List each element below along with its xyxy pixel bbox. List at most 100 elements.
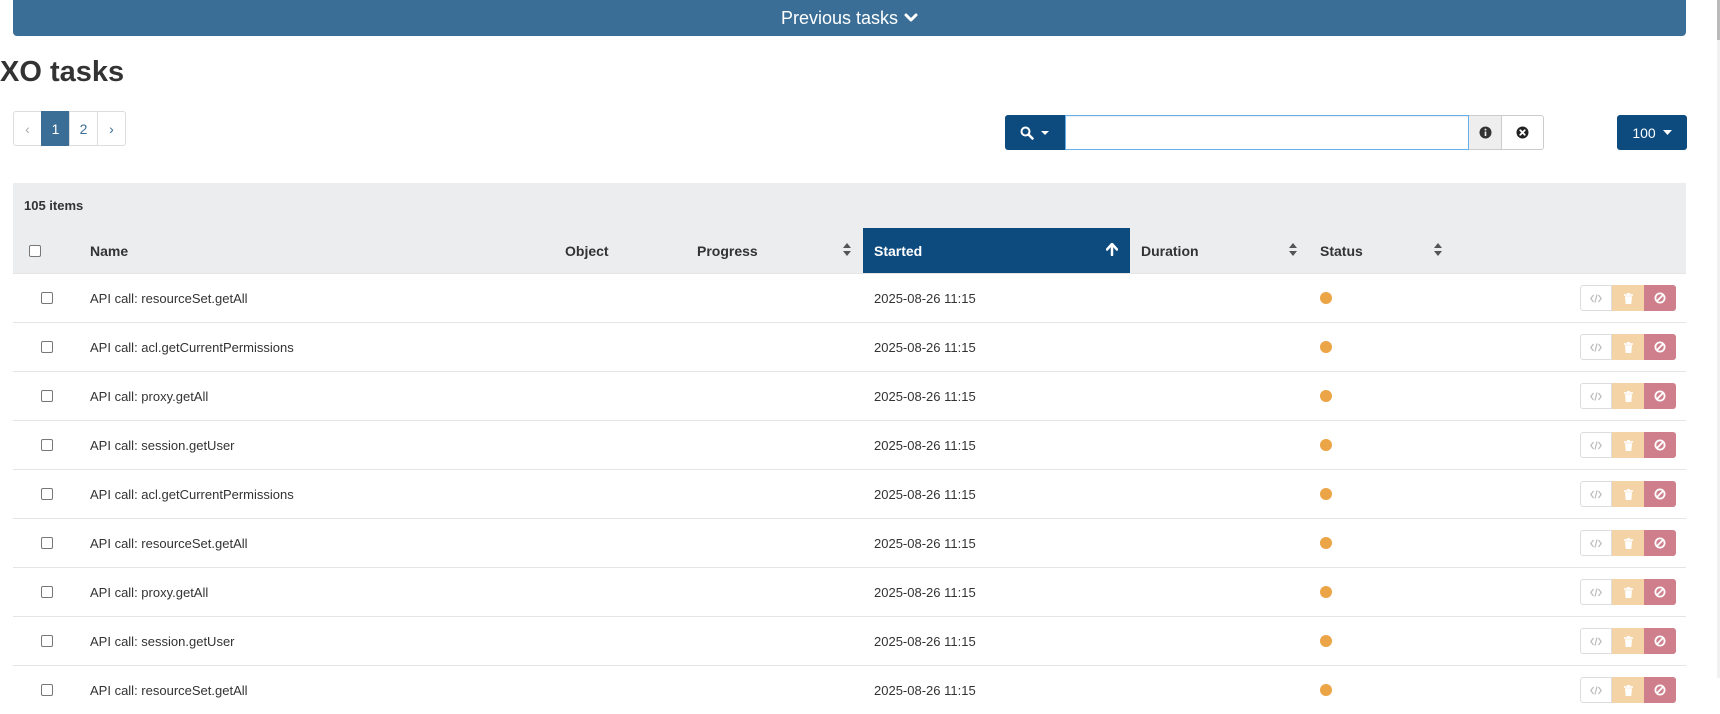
task-started: 2025-08-26 11:15 bbox=[874, 682, 976, 698]
view-code-button[interactable] bbox=[1580, 530, 1612, 556]
search-input[interactable] bbox=[1065, 115, 1469, 150]
previous-tasks-button[interactable]: Previous tasks bbox=[13, 0, 1686, 36]
trash-icon bbox=[1623, 439, 1633, 451]
ban-icon bbox=[1654, 488, 1666, 500]
delete-button[interactable] bbox=[1612, 579, 1644, 605]
task-name: API call: resourceSet.getAll bbox=[90, 682, 248, 698]
table-row[interactable]: API call: resourceSet.getAll 2025-08-26 … bbox=[13, 665, 1686, 714]
search-info-button[interactable] bbox=[1469, 115, 1502, 150]
pagination-page-1[interactable]: 1 bbox=[41, 111, 70, 146]
task-status bbox=[1320, 421, 1332, 469]
select-all-checkbox[interactable] bbox=[29, 244, 41, 257]
row-select-cell bbox=[41, 519, 53, 567]
row-checkbox[interactable] bbox=[41, 292, 53, 304]
table-row[interactable]: API call: acl.getCurrentPermissions 2025… bbox=[13, 469, 1686, 518]
delete-button[interactable] bbox=[1612, 677, 1644, 703]
row-checkbox[interactable] bbox=[41, 586, 53, 598]
view-code-button[interactable] bbox=[1580, 579, 1612, 605]
row-select-cell bbox=[41, 470, 53, 518]
view-code-button[interactable] bbox=[1580, 481, 1612, 507]
cancel-task-button[interactable] bbox=[1644, 628, 1676, 654]
status-pending-indicator bbox=[1320, 341, 1332, 353]
view-code-button[interactable] bbox=[1580, 285, 1612, 311]
column-header-object[interactable]: Object bbox=[554, 228, 686, 273]
table-row[interactable]: API call: resourceSet.getAll 2025-08-26 … bbox=[13, 273, 1686, 322]
cancel-task-button[interactable] bbox=[1644, 432, 1676, 458]
code-icon bbox=[1590, 587, 1602, 597]
task-status bbox=[1320, 372, 1332, 420]
row-checkbox[interactable] bbox=[41, 439, 53, 451]
row-checkbox[interactable] bbox=[41, 684, 53, 696]
column-header-progress[interactable]: Progress bbox=[686, 228, 863, 273]
view-code-button[interactable] bbox=[1580, 334, 1612, 360]
cancel-task-button[interactable] bbox=[1644, 285, 1676, 311]
view-code-button[interactable] bbox=[1580, 628, 1612, 654]
ban-icon bbox=[1654, 635, 1666, 647]
table-row[interactable]: API call: acl.getCurrentPermissions 2025… bbox=[13, 322, 1686, 371]
delete-button[interactable] bbox=[1612, 285, 1644, 311]
pagination-prev-button[interactable]: ‹ bbox=[13, 111, 42, 146]
code-icon bbox=[1590, 685, 1602, 695]
status-pending-indicator bbox=[1320, 439, 1332, 451]
view-code-button[interactable] bbox=[1580, 432, 1612, 458]
row-checkbox[interactable] bbox=[41, 390, 53, 402]
table-row[interactable]: API call: session.getUser 2025-08-26 11:… bbox=[13, 420, 1686, 469]
row-checkbox[interactable] bbox=[41, 635, 53, 647]
column-header-status[interactable]: Status bbox=[1309, 228, 1454, 273]
row-select-cell bbox=[41, 666, 53, 714]
task-name: API call: acl.getCurrentPermissions bbox=[90, 339, 294, 355]
cancel-task-button[interactable] bbox=[1644, 383, 1676, 409]
view-code-button[interactable] bbox=[1580, 383, 1612, 409]
table-row[interactable]: API call: proxy.getAll 2025-08-26 11:15 bbox=[13, 371, 1686, 420]
trash-icon bbox=[1623, 341, 1633, 353]
row-actions bbox=[1580, 579, 1676, 605]
row-select-cell bbox=[41, 421, 53, 469]
pagination-next-button[interactable]: › bbox=[97, 111, 126, 146]
info-circle-icon bbox=[1479, 126, 1491, 139]
code-icon bbox=[1590, 342, 1602, 352]
status-pending-indicator bbox=[1320, 488, 1332, 500]
column-header-duration[interactable]: Duration bbox=[1130, 228, 1309, 273]
task-started: 2025-08-26 11:15 bbox=[874, 290, 976, 306]
row-checkbox[interactable] bbox=[41, 488, 53, 500]
delete-button[interactable] bbox=[1612, 334, 1644, 360]
table-row[interactable]: API call: session.getUser 2025-08-26 11:… bbox=[13, 616, 1686, 665]
row-checkbox[interactable] bbox=[41, 341, 53, 353]
task-started: 2025-08-26 11:15 bbox=[874, 486, 976, 502]
cancel-task-button[interactable] bbox=[1644, 579, 1676, 605]
task-name: API call: resourceSet.getAll bbox=[90, 290, 248, 306]
cancel-task-button[interactable] bbox=[1644, 481, 1676, 507]
delete-button[interactable] bbox=[1612, 383, 1644, 409]
search-clear-button[interactable] bbox=[1502, 115, 1544, 150]
status-pending-indicator bbox=[1320, 684, 1332, 696]
select-all-cell bbox=[29, 228, 49, 273]
delete-button[interactable] bbox=[1612, 481, 1644, 507]
cancel-task-button[interactable] bbox=[1644, 677, 1676, 703]
task-name: API call: proxy.getAll bbox=[90, 584, 209, 600]
delete-button[interactable] bbox=[1612, 628, 1644, 654]
cancel-task-button[interactable] bbox=[1644, 530, 1676, 556]
table-row[interactable]: API call: resourceSet.getAll 2025-08-26 … bbox=[13, 518, 1686, 567]
column-header-started[interactable]: Started bbox=[863, 228, 1130, 273]
table-row[interactable]: API call: proxy.getAll 2025-08-26 11:15 bbox=[13, 567, 1686, 616]
cancel-task-button[interactable] bbox=[1644, 334, 1676, 360]
task-name: API call: session.getUser bbox=[90, 437, 235, 453]
task-status bbox=[1320, 519, 1332, 567]
delete-button[interactable] bbox=[1612, 530, 1644, 556]
delete-button[interactable] bbox=[1612, 432, 1644, 458]
task-started: 2025-08-26 11:15 bbox=[874, 584, 976, 600]
ban-icon bbox=[1654, 439, 1666, 451]
view-code-button[interactable] bbox=[1580, 677, 1612, 703]
trash-icon bbox=[1623, 390, 1633, 402]
column-header-name[interactable]: Name bbox=[79, 228, 554, 273]
search-icon bbox=[1020, 126, 1034, 140]
items-per-page-dropdown[interactable]: 100 bbox=[1617, 115, 1687, 150]
row-checkbox[interactable] bbox=[41, 537, 53, 549]
row-select-cell bbox=[41, 617, 53, 665]
task-name: API call: acl.getCurrentPermissions bbox=[90, 486, 294, 502]
tasks-table: 105 items Name Object Progress Started D… bbox=[13, 183, 1686, 714]
code-icon bbox=[1590, 293, 1602, 303]
row-select-cell bbox=[41, 372, 53, 420]
search-filter-dropdown[interactable] bbox=[1005, 115, 1065, 150]
pagination-page-2[interactable]: 2 bbox=[69, 111, 98, 146]
